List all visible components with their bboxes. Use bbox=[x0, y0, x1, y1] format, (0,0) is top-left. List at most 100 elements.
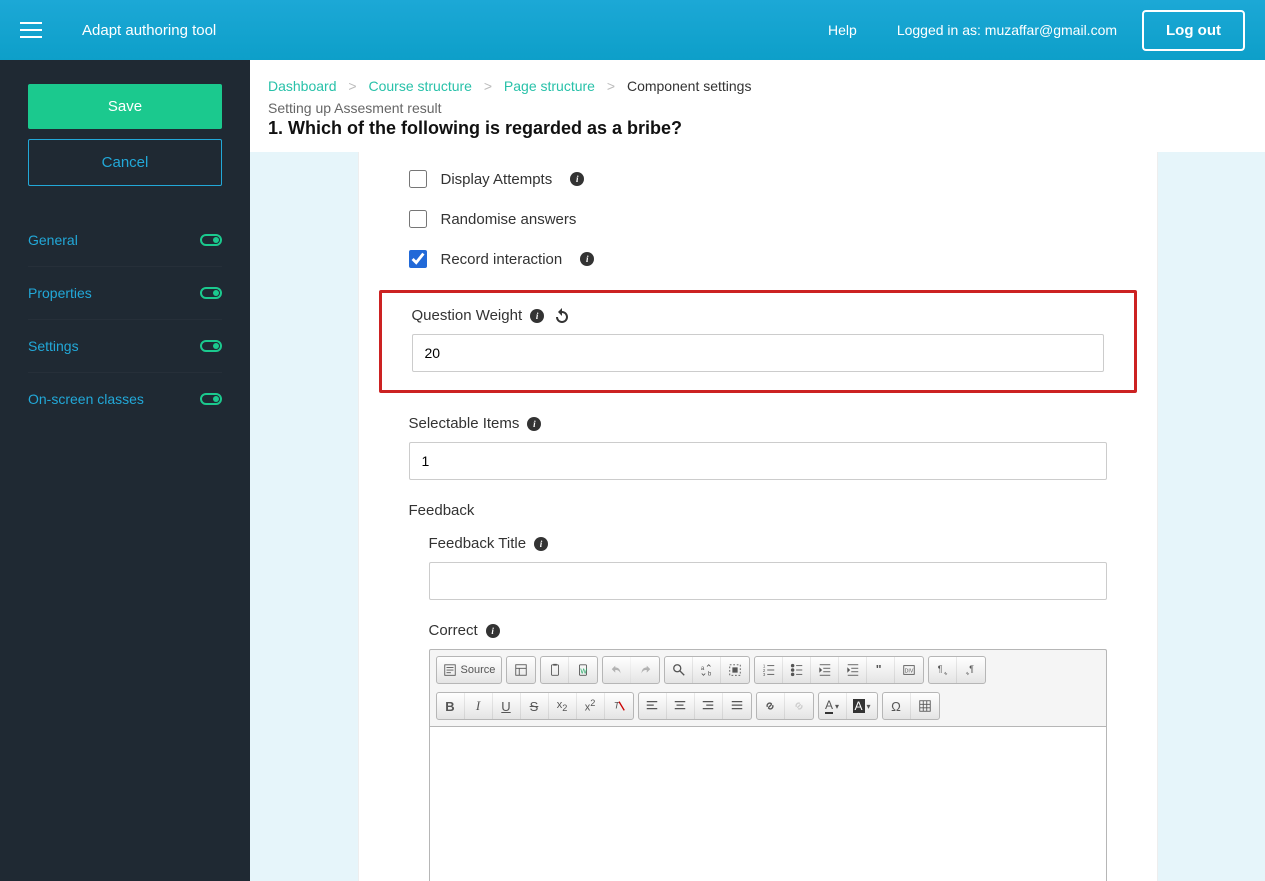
svg-text:DIV: DIV bbox=[905, 669, 914, 675]
info-icon[interactable]: i bbox=[580, 252, 594, 266]
subscript-button[interactable]: x2 bbox=[549, 693, 577, 719]
undo-button[interactable] bbox=[603, 657, 631, 683]
feedback-section-label: Feedback bbox=[409, 502, 1107, 519]
rich-editor-body[interactable] bbox=[429, 726, 1107, 881]
cancel-button[interactable]: Cancel bbox=[28, 139, 222, 186]
bulletlist-button[interactable] bbox=[783, 657, 811, 683]
toggle-icon bbox=[200, 234, 222, 246]
unlink-button[interactable] bbox=[785, 693, 813, 719]
paste-button[interactable] bbox=[541, 657, 569, 683]
save-button[interactable]: Save bbox=[28, 84, 222, 129]
table-button[interactable] bbox=[911, 693, 939, 719]
info-icon[interactable]: i bbox=[530, 309, 544, 323]
svg-text:a: a bbox=[701, 665, 705, 672]
outdent-button[interactable] bbox=[811, 657, 839, 683]
display-attempts-checkbox[interactable] bbox=[409, 170, 427, 188]
toggle-icon bbox=[200, 287, 222, 299]
alignright-button[interactable] bbox=[695, 693, 723, 719]
underline-button[interactable]: U bbox=[493, 693, 521, 719]
removeformat-button[interactable]: T bbox=[605, 693, 633, 719]
logout-button[interactable]: Log out bbox=[1142, 10, 1245, 51]
italic-button[interactable]: I bbox=[465, 693, 493, 719]
feedback-title-row: Feedback Title i bbox=[429, 535, 1107, 600]
sidebar-item-label: Settings bbox=[28, 338, 79, 354]
correct-label: Correct bbox=[429, 622, 478, 639]
info-icon[interactable]: i bbox=[570, 172, 584, 186]
svg-text:¶: ¶ bbox=[938, 664, 943, 674]
breadcrumb: Dashboard > Course structure > Page stru… bbox=[268, 78, 1247, 94]
ltr-button[interactable]: ¶ bbox=[929, 657, 957, 683]
blockquote-button[interactable]: " bbox=[867, 657, 895, 683]
logged-in-label: Logged in as: muzaffar@gmail.com bbox=[897, 22, 1117, 38]
page-subtitle: Setting up Assesment result bbox=[268, 100, 1247, 116]
redo-button[interactable] bbox=[631, 657, 659, 683]
find-button[interactable] bbox=[665, 657, 693, 683]
info-icon[interactable]: i bbox=[486, 624, 500, 638]
selectall-button[interactable] bbox=[721, 657, 749, 683]
main-scroll[interactable]: Display Attempts i Randomise answers Rec… bbox=[250, 152, 1265, 881]
templates-button[interactable] bbox=[507, 657, 535, 683]
bgcolor-button[interactable]: A▾ bbox=[847, 693, 877, 719]
feedback-title-input[interactable] bbox=[429, 562, 1107, 600]
randomise-label: Randomise answers bbox=[441, 211, 577, 228]
page-title: 1. Which of the following is regarded as… bbox=[268, 118, 1247, 139]
reset-icon[interactable] bbox=[554, 308, 570, 324]
link-button[interactable] bbox=[757, 693, 785, 719]
sidebar-item-onscreen-classes[interactable]: On-screen classes bbox=[28, 372, 222, 425]
display-attempts-row: Display Attempts i bbox=[409, 170, 1107, 188]
toggle-icon bbox=[200, 340, 222, 352]
replace-button[interactable]: ab bbox=[693, 657, 721, 683]
selectable-items-input[interactable] bbox=[409, 442, 1107, 480]
div-button[interactable]: DIV bbox=[895, 657, 923, 683]
breadcrumb-course-structure[interactable]: Course structure bbox=[368, 78, 471, 94]
specialchar-button[interactable]: Ω bbox=[883, 693, 911, 719]
breadcrumb-dashboard[interactable]: Dashboard bbox=[268, 78, 337, 94]
display-attempts-label: Display Attempts bbox=[441, 171, 553, 188]
sidebar-item-properties[interactable]: Properties bbox=[28, 266, 222, 319]
rich-editor-toolbar: Source W a bbox=[429, 649, 1107, 726]
question-weight-label: Question Weight bbox=[412, 307, 523, 324]
record-interaction-row: Record interaction i bbox=[409, 250, 1107, 268]
question-weight-highlight: Question Weight i bbox=[379, 290, 1137, 393]
randomise-checkbox[interactable] bbox=[409, 210, 427, 228]
svg-text:": " bbox=[876, 663, 882, 677]
help-link[interactable]: Help bbox=[828, 22, 857, 38]
app-title: Adapt authoring tool bbox=[82, 22, 216, 39]
indent-button[interactable] bbox=[839, 657, 867, 683]
correct-row: Correct i Source bbox=[429, 622, 1107, 881]
selectable-items-row: Selectable Items i bbox=[409, 415, 1107, 480]
feedback-title-label: Feedback Title bbox=[429, 535, 527, 552]
selectable-items-label: Selectable Items bbox=[409, 415, 520, 432]
question-weight-input[interactable] bbox=[412, 334, 1104, 372]
source-button[interactable]: Source bbox=[437, 657, 502, 683]
superscript-button[interactable]: x2 bbox=[577, 693, 605, 719]
numberlist-button[interactable]: 123 bbox=[755, 657, 783, 683]
toggle-icon bbox=[200, 393, 222, 405]
info-icon[interactable]: i bbox=[534, 537, 548, 551]
sidebar-item-general[interactable]: General bbox=[28, 214, 222, 266]
svg-text:b: b bbox=[708, 670, 712, 677]
breadcrumb-page-structure[interactable]: Page structure bbox=[504, 78, 595, 94]
aligncenter-button[interactable] bbox=[667, 693, 695, 719]
textcolor-button[interactable]: A▾ bbox=[819, 693, 847, 719]
sidebar-item-settings[interactable]: Settings bbox=[28, 319, 222, 372]
strike-button[interactable]: S bbox=[521, 693, 549, 719]
breadcrumb-current: Component settings bbox=[627, 78, 752, 94]
sidebar-item-label: General bbox=[28, 232, 78, 248]
form-panel: Display Attempts i Randomise answers Rec… bbox=[358, 152, 1158, 881]
sidebar-item-label: Properties bbox=[28, 285, 92, 301]
record-interaction-checkbox[interactable] bbox=[409, 250, 427, 268]
svg-text:¶: ¶ bbox=[970, 664, 975, 674]
hamburger-icon[interactable] bbox=[20, 22, 42, 38]
randomise-row: Randomise answers bbox=[409, 210, 1107, 228]
alignleft-button[interactable] bbox=[639, 693, 667, 719]
justify-button[interactable] bbox=[723, 693, 751, 719]
svg-text:3: 3 bbox=[763, 672, 766, 677]
paste-word-button[interactable]: W bbox=[569, 657, 597, 683]
rtl-button[interactable]: ¶ bbox=[957, 657, 985, 683]
content-header: Dashboard > Course structure > Page stru… bbox=[250, 60, 1265, 154]
sidebar-item-label: On-screen classes bbox=[28, 391, 144, 407]
question-weight-label-row: Question Weight i bbox=[412, 307, 1104, 324]
bold-button[interactable]: B bbox=[437, 693, 465, 719]
info-icon[interactable]: i bbox=[527, 417, 541, 431]
